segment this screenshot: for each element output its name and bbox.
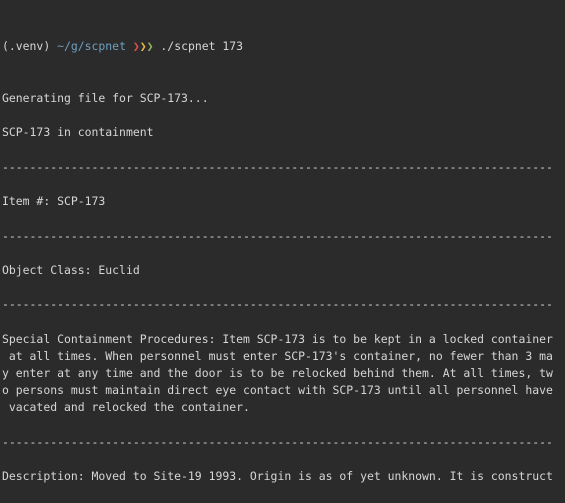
output-line: y enter at any time and the door is to b… [2,366,553,380]
output-line: Item #: SCP-173 [2,194,106,209]
terminal-output: (.venv) ~/g/scpnet ❯❯❯ ./scpnet 173 Gene… [2,4,553,503]
output-line: Special Containment Procedures: Item SCP… [2,331,553,346]
prompt-arrow-icon: ❯ [146,39,154,54]
output-line: SCP-173 in containment [2,125,154,140]
command-text: ./scpnet 173 [160,39,244,54]
separator-line: ----------------------------------------… [2,434,553,449]
prompt-path: ~/g/scpnet [57,39,126,54]
separator-line: ----------------------------------------… [2,228,553,243]
output-line: Generating file for SCP-173... [2,91,209,105]
prompt-arrow-icon: ❯ [139,39,147,54]
output-line: o persons must maintain direct eye conta… [2,383,553,398]
separator-line: ----------------------------------------… [2,297,553,312]
output-line: vacated and relocked the container. [2,400,250,415]
prompt-line: (.venv) ~/g/scpnet ❯❯❯ ./scpnet 173 [2,38,553,55]
venv-indicator: (.venv) [2,39,51,54]
output-line: Description: Moved to Site-19 1993. Orig… [2,469,553,484]
output-line: at all times. When personnel must enter … [2,348,553,363]
separator-line: ----------------------------------------… [2,159,553,174]
output-line: Object Class: Euclid [2,262,140,277]
prompt-arrow-icon: ❯ [132,39,140,54]
